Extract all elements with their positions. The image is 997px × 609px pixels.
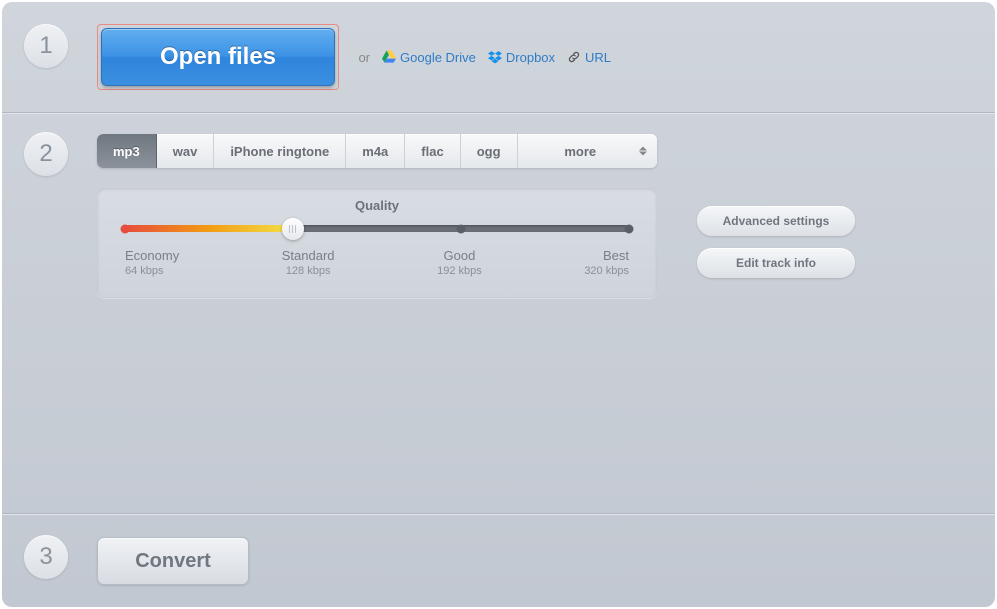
tab-wav[interactable]: wav xyxy=(157,134,215,168)
convert-button[interactable]: Convert xyxy=(97,537,249,585)
source-options: or Google Drive Dropbox URL xyxy=(358,50,611,65)
quality-label-economy: Economy 64 kbps xyxy=(125,248,179,277)
quality-title: Quality xyxy=(125,198,629,213)
open-files-highlight: Open files xyxy=(97,24,339,90)
open-files-button[interactable]: Open files xyxy=(101,28,335,86)
chevron-updown-icon xyxy=(639,147,647,156)
google-drive-icon xyxy=(382,50,396,64)
step-3: 3 Convert xyxy=(2,515,995,607)
or-label: or xyxy=(358,50,370,65)
dropbox-label: Dropbox xyxy=(506,50,555,65)
quality-label-good: Good 192 kbps xyxy=(437,248,482,277)
quality-panel: Quality Economy 64 kbps Standard 128 xyxy=(97,188,657,298)
google-drive-label: Google Drive xyxy=(400,50,476,65)
slider-stop-good xyxy=(457,224,466,233)
dropbox-link[interactable]: Dropbox xyxy=(488,50,555,65)
step-2: 2 mp3 wav iPhone ringtone m4a flac ogg m… xyxy=(2,114,995,318)
dropbox-icon xyxy=(488,50,502,64)
slider-stop-economy xyxy=(121,224,130,233)
quality-slider[interactable] xyxy=(125,225,629,232)
quality-labels: Economy 64 kbps Standard 128 kbps Good 1… xyxy=(125,248,629,277)
url-label: URL xyxy=(585,50,611,65)
slider-fill xyxy=(125,225,293,232)
advanced-settings-button[interactable]: Advanced settings xyxy=(697,206,855,236)
tab-mp3[interactable]: mp3 xyxy=(97,134,157,168)
step-1-number: 1 xyxy=(24,24,68,68)
tab-m4a[interactable]: m4a xyxy=(346,134,405,168)
step-2-number: 2 xyxy=(24,132,68,176)
tab-more-label: more xyxy=(564,144,596,159)
step-1: 1 Open files or Google Drive Dropbox xyxy=(2,2,995,112)
edit-track-info-button[interactable]: Edit track info xyxy=(697,248,855,278)
slider-stop-best xyxy=(625,224,634,233)
converter-panel: 1 Open files or Google Drive Dropbox xyxy=(2,2,995,607)
quality-label-best: Best 320 kbps xyxy=(584,248,629,277)
quality-label-standard: Standard 128 kbps xyxy=(282,248,335,277)
side-buttons: Advanced settings Edit track info xyxy=(697,188,855,278)
tab-more[interactable]: more xyxy=(518,134,657,168)
tab-flac[interactable]: flac xyxy=(405,134,460,168)
slider-handle[interactable] xyxy=(282,218,304,240)
tab-ogg[interactable]: ogg xyxy=(461,134,518,168)
url-link[interactable]: URL xyxy=(567,50,611,65)
format-tabs: mp3 wav iPhone ringtone m4a flac ogg mor… xyxy=(97,134,657,168)
step-3-number: 3 xyxy=(24,535,68,579)
tab-iphone-ringtone[interactable]: iPhone ringtone xyxy=(214,134,346,168)
google-drive-link[interactable]: Google Drive xyxy=(382,50,476,65)
link-icon xyxy=(567,50,581,64)
